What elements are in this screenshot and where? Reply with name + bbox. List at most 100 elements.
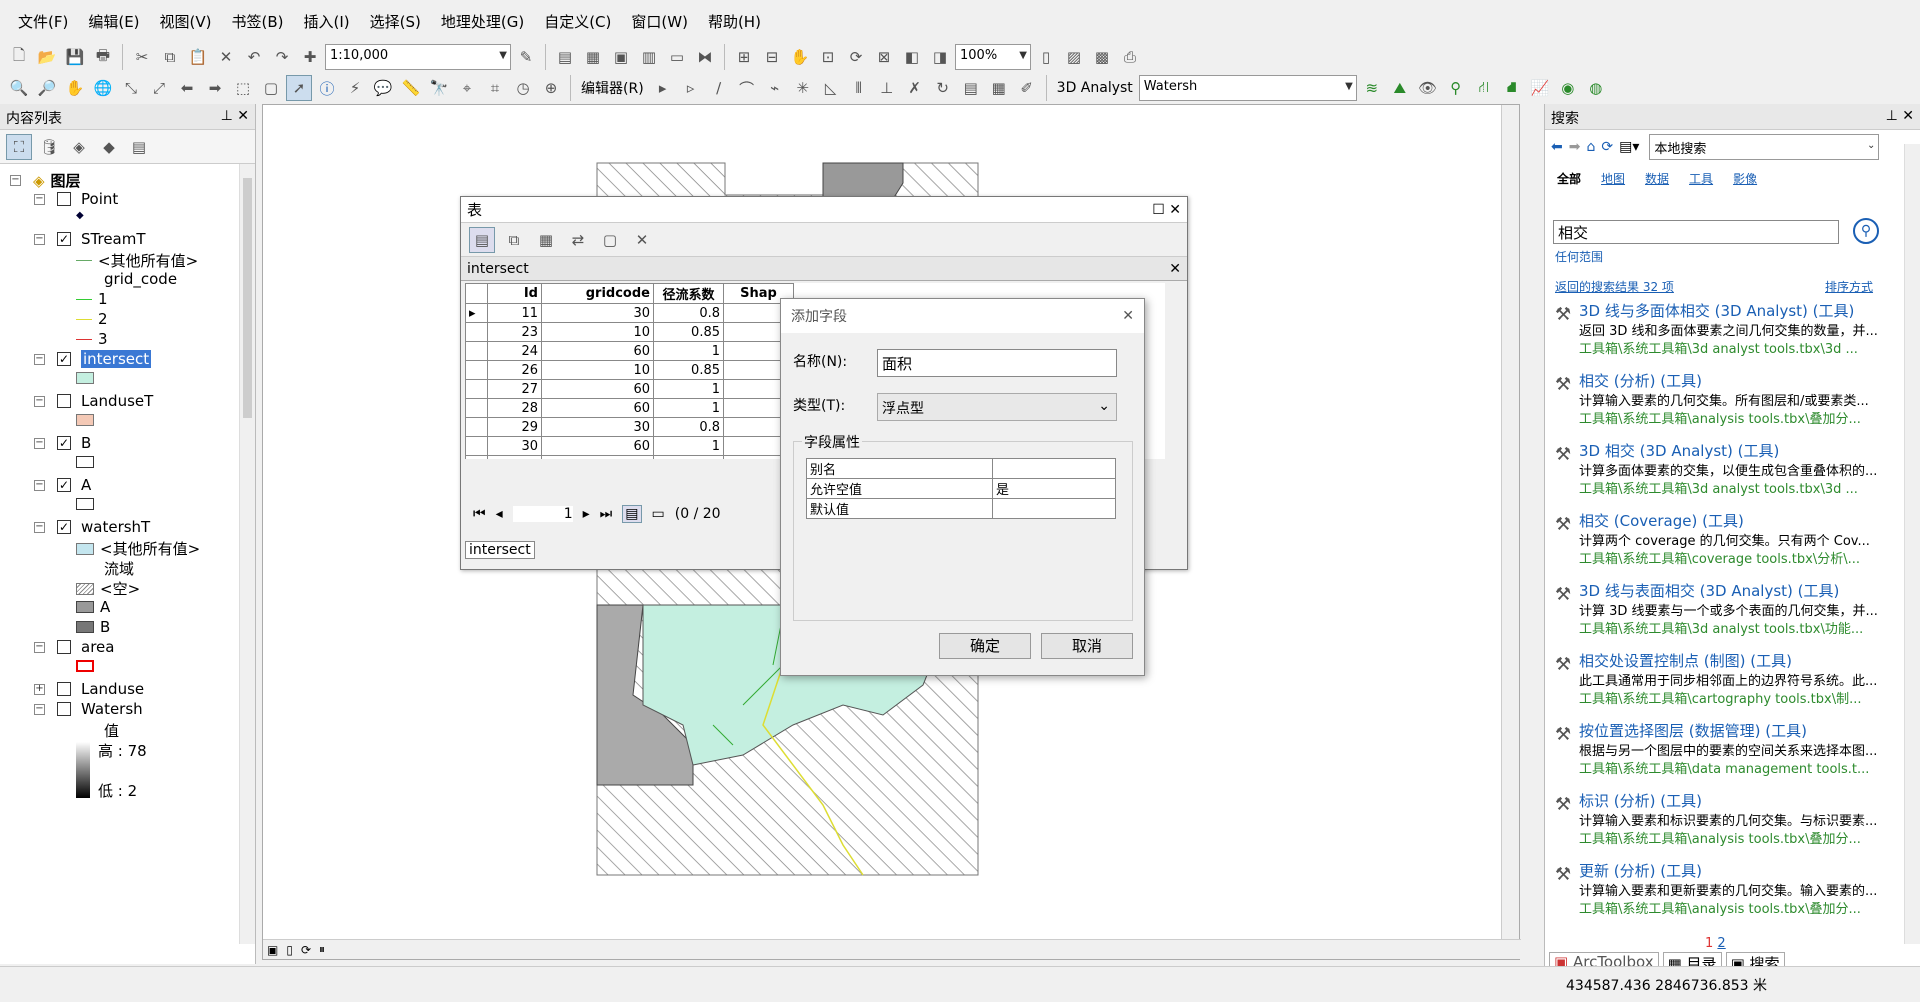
straight-segment-icon[interactable]: ∕ xyxy=(706,75,732,101)
cut-icon[interactable]: ✂ xyxy=(129,44,155,70)
table-cell[interactable]: 0.85 xyxy=(653,360,724,380)
layer-a[interactable]: − ✓ A xyxy=(34,476,91,494)
trace-icon[interactable]: ⌁ xyxy=(762,75,788,101)
split-icon[interactable]: ✗ xyxy=(902,75,928,101)
layer-visibility-checkbox[interactable]: ✓ xyxy=(57,232,71,246)
layer-combo[interactable]: Watersh ▼ xyxy=(1138,75,1357,101)
property-row[interactable]: 别名 xyxy=(806,458,1116,479)
expand-icon[interactable]: + xyxy=(34,683,45,695)
next-record-icon[interactable]: ▸ xyxy=(583,506,590,522)
layer-intersect[interactable]: − ✓ intersect xyxy=(34,350,152,368)
result-title[interactable]: 相交 (分析) (工具) xyxy=(1579,370,1702,391)
collapse-icon[interactable]: − xyxy=(34,395,45,407)
field-properties-table[interactable]: 别名 允许空值是 默认值 xyxy=(806,458,1116,519)
row-selector[interactable] xyxy=(465,322,488,342)
measure-icon[interactable]: 📏 xyxy=(398,75,424,101)
table-row[interactable]: ▸ 11 30 0.8 xyxy=(465,303,794,323)
last-record-icon[interactable]: ⏭ xyxy=(600,506,613,522)
table-cell[interactable]: 30 xyxy=(541,303,654,323)
page-icon[interactable]: ▨ xyxy=(1061,44,1087,70)
layer-watersht[interactable]: − ✓ watershT xyxy=(34,518,150,536)
table-cell[interactable]: 10 xyxy=(541,360,654,380)
list-by-drawing-order-icon[interactable]: ⛶ xyxy=(6,133,32,160)
page-link[interactable]: 2 xyxy=(1717,936,1725,951)
pause-icon[interactable]: ⏸ xyxy=(319,942,325,957)
find-icon[interactable]: 🔭 xyxy=(426,75,452,101)
table-row[interactable]: 29 30 0.8 xyxy=(465,417,794,437)
table-cell[interactable]: 1 xyxy=(653,455,724,459)
pan-tool-icon[interactable]: ✋ xyxy=(62,75,88,101)
search-result-item[interactable]: ⚒ 3D 线与多面体相交 (3D Analyst) (工具) 返回 3D 线和多面体… xyxy=(1545,300,1905,368)
search-window-icon[interactable]: ▣ xyxy=(608,44,634,70)
close-icon[interactable]: ✕ xyxy=(1169,261,1181,277)
search-scope-select[interactable]: 本地搜索 ⌄ xyxy=(1649,134,1880,160)
layer-streamt[interactable]: − ✓ STreamT xyxy=(34,230,146,248)
result-title[interactable]: 更新 (分析) (工具) xyxy=(1579,860,1702,881)
table-row[interactable]: 30 60 1 xyxy=(465,436,794,456)
delete-icon[interactable]: ✕ xyxy=(213,44,239,70)
profile-graph-icon[interactable]: 📈 xyxy=(1527,75,1553,101)
save-icon[interactable]: 💾 xyxy=(62,44,88,70)
fixed-zoom-out-icon[interactable]: ⤢ xyxy=(146,75,172,101)
table-cell[interactable]: 11 xyxy=(487,303,542,323)
open-icon[interactable]: 📂 xyxy=(34,44,60,70)
menu-selection[interactable]: 选择(S) xyxy=(360,11,431,32)
page-link[interactable]: 1 xyxy=(1705,936,1713,951)
property-value[interactable] xyxy=(992,498,1116,519)
table-cell[interactable]: 29 xyxy=(487,417,542,437)
table-cell[interactable]: 27 xyxy=(487,379,542,399)
reshape-icon[interactable]: ⫴ xyxy=(846,75,872,101)
search-result-item[interactable]: ⚒ 相交 (Coverage) (工具) 计算两个 coverage 的几何交集。只… xyxy=(1545,510,1905,578)
point-icon[interactable]: ✳ xyxy=(790,75,816,101)
catalog-icon[interactable]: ▦ xyxy=(580,44,606,70)
collapse-icon[interactable]: − xyxy=(34,233,45,245)
new-document-icon[interactable]: 🗋 xyxy=(6,44,32,70)
refresh-icon[interactable]: ⟳ xyxy=(843,44,869,70)
row-selector[interactable] xyxy=(465,417,488,437)
menu-view[interactable]: 视图(V) xyxy=(150,11,222,32)
search-result-item[interactable]: ⚒ 更新 (分析) (工具) 计算输入要素和更新要素的几何交集。输入要素的... 工具… xyxy=(1545,860,1905,928)
search-result-item[interactable]: ⚒ 相交处设置控制点 (制图) (工具) 此工具通常用于同步相邻面上的边界符号系统。… xyxy=(1545,650,1905,718)
pan-icon[interactable]: ✋ xyxy=(787,44,813,70)
table-cell[interactable]: 28 xyxy=(487,398,542,418)
cut-polygons-icon[interactable]: ⊥ xyxy=(874,75,900,101)
select-elements-icon[interactable]: ➚ xyxy=(286,75,312,101)
html-popup-icon[interactable]: 💬 xyxy=(370,75,396,101)
field-name-input[interactable] xyxy=(877,349,1117,377)
delete-selected-icon[interactable]: ✕ xyxy=(629,227,655,253)
table-row[interactable]: 28 60 1 xyxy=(465,398,794,418)
go-forward-icon[interactable]: ◨ xyxy=(927,44,953,70)
map-vscroll[interactable] xyxy=(1501,105,1519,941)
globe-icon[interactable]: 🌐 xyxy=(90,75,116,101)
result-title[interactable]: 相交 (Coverage) (工具) xyxy=(1579,510,1744,531)
menu-file[interactable]: 文件(F) xyxy=(8,11,78,32)
table-cell[interactable]: 10 xyxy=(541,322,654,342)
find-route-icon[interactable]: ⌖ xyxy=(454,75,480,101)
layer-watersh[interactable]: − Watersh xyxy=(34,700,143,718)
table-row[interactable]: 24 60 1 xyxy=(465,341,794,361)
property-value[interactable] xyxy=(992,458,1116,479)
attribute-table[interactable]: Id gridcode 径流系数 Shap ▸ 11 30 0.8 23 10 0.85 24… xyxy=(465,283,794,459)
panel-pin-close[interactable]: ⊥ ✕ xyxy=(1886,108,1914,125)
search-input[interactable] xyxy=(1553,220,1839,244)
collapse-icon[interactable]: − xyxy=(34,703,45,715)
zoom-in-icon[interactable]: 🔍 xyxy=(6,75,32,101)
result-count[interactable]: 返回的搜索结果 32 项 xyxy=(1555,278,1674,295)
layout-view-icon[interactable]: ▯ xyxy=(286,943,293,957)
layer-landuse[interactable]: + Landuse xyxy=(34,680,144,698)
filter-data[interactable]: 数据 xyxy=(1645,170,1669,187)
forward-arrow-icon[interactable]: ➡ xyxy=(202,75,228,101)
table-row[interactable]: 23 10 0.85 xyxy=(465,322,794,342)
layer-visibility-checkbox[interactable] xyxy=(57,640,71,654)
menu-help[interactable]: 帮助(H) xyxy=(698,11,771,32)
result-title[interactable]: 标识 (分析) (工具) xyxy=(1579,790,1702,811)
menu-edit[interactable]: 编辑(E) xyxy=(78,11,149,32)
table-cell[interactable]: 60 xyxy=(541,436,654,456)
full-extent-icon[interactable]: ⊡ xyxy=(815,44,841,70)
interpolate-polygon-icon[interactable]: ⛘ xyxy=(1499,75,1525,101)
row-selector[interactable] xyxy=(465,398,488,418)
data-view-icon[interactable]: ▣ xyxy=(267,943,278,957)
result-title[interactable]: 3D 线与表面相交 (3D Analyst) (工具) xyxy=(1579,580,1839,601)
viewer-icon[interactable]: ⊕ xyxy=(538,75,564,101)
fixed-zoom-in-icon[interactable]: ⤡ xyxy=(118,75,144,101)
